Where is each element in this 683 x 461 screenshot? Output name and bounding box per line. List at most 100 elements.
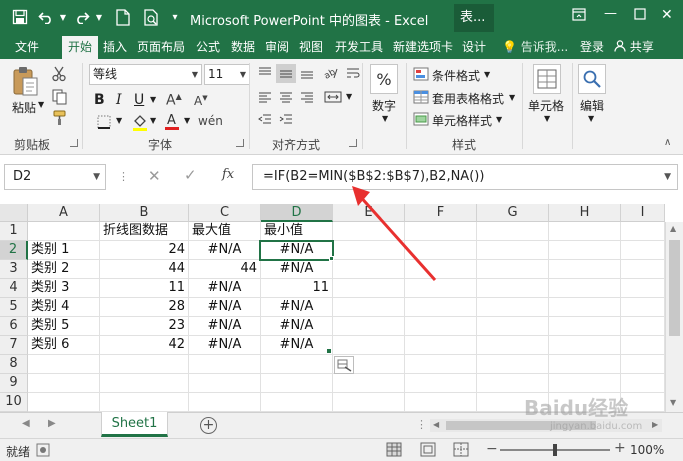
cell-b3[interactable]: 44 bbox=[100, 260, 189, 279]
cell-styles-icon[interactable] bbox=[412, 111, 430, 126]
cell-f5[interactable] bbox=[405, 298, 477, 317]
editing-button[interactable]: 编辑 bbox=[580, 97, 604, 114]
scroll-down-icon[interactable]: ▼ bbox=[670, 398, 676, 407]
font-color-dropdown-icon[interactable]: ▼ bbox=[184, 116, 190, 125]
merge-dropdown-icon[interactable]: ▼ bbox=[346, 92, 352, 101]
cancel-entry-icon[interactable]: ✕ bbox=[148, 167, 161, 185]
select-all-corner[interactable] bbox=[0, 204, 28, 222]
cell-d10[interactable] bbox=[261, 393, 333, 412]
cell-d2[interactable]: #N/A bbox=[261, 241, 333, 260]
editing-dropdown-icon[interactable]: ▼ bbox=[588, 114, 594, 123]
column-header-h[interactable]: H bbox=[549, 204, 621, 222]
phonetic-icon[interactable]: wén bbox=[198, 114, 223, 128]
copy-icon[interactable] bbox=[50, 88, 68, 106]
cell-d9[interactable] bbox=[261, 374, 333, 393]
row-header-3[interactable]: 3 bbox=[0, 260, 28, 279]
cell-h9[interactable] bbox=[549, 374, 621, 393]
decrease-indent-icon[interactable] bbox=[256, 111, 274, 127]
cell-h6[interactable] bbox=[549, 317, 621, 336]
name-box[interactable]: D2 ▼ bbox=[4, 164, 106, 190]
paste-icon[interactable] bbox=[10, 65, 42, 99]
cell-h2[interactable] bbox=[549, 241, 621, 260]
save-icon[interactable] bbox=[10, 6, 30, 28]
customize-toolbar-icon[interactable]: ▾ bbox=[168, 6, 182, 28]
align-top-icon[interactable] bbox=[256, 65, 274, 81]
cell-f8[interactable] bbox=[405, 355, 477, 374]
cell-h4[interactable] bbox=[549, 279, 621, 298]
page-layout-view-icon[interactable] bbox=[420, 442, 436, 460]
expand-formula-icon[interactable]: ▼ bbox=[664, 165, 671, 189]
cell-g5[interactable] bbox=[477, 298, 549, 317]
cells-button[interactable]: 单元格 bbox=[528, 97, 564, 114]
merge-center-icon[interactable] bbox=[322, 89, 344, 105]
cell-i6[interactable] bbox=[621, 317, 665, 336]
redo-icon[interactable] bbox=[72, 6, 92, 28]
page-break-view-icon[interactable] bbox=[453, 442, 469, 460]
cell-f4[interactable] bbox=[405, 279, 477, 298]
cell-a4[interactable]: 类别 3 bbox=[28, 279, 100, 298]
cell-h7[interactable] bbox=[549, 336, 621, 355]
cell-e7[interactable] bbox=[333, 336, 405, 355]
row-header-2[interactable]: 2 bbox=[0, 241, 28, 260]
cell-i4[interactable] bbox=[621, 279, 665, 298]
font-grow-icon[interactable]: A▲ bbox=[166, 92, 182, 109]
zoom-in-icon[interactable]: + bbox=[614, 440, 626, 456]
row-header-9[interactable]: 9 bbox=[0, 374, 28, 393]
cell-f7[interactable] bbox=[405, 336, 477, 355]
collapse-ribbon-icon[interactable]: ∧ bbox=[664, 137, 671, 148]
row-header-4[interactable]: 4 bbox=[0, 279, 28, 298]
conditional-format-icon[interactable] bbox=[412, 66, 430, 81]
cell-c3[interactable]: 44 bbox=[189, 260, 261, 279]
tab-data[interactable]: 数据 bbox=[227, 36, 259, 59]
cell-e1[interactable] bbox=[333, 222, 405, 241]
cell-b9[interactable] bbox=[100, 374, 189, 393]
fill-color-icon[interactable] bbox=[130, 112, 150, 132]
underline-icon[interactable]: U bbox=[134, 92, 144, 108]
cell-g7[interactable] bbox=[477, 336, 549, 355]
row-header-8[interactable]: 8 bbox=[0, 355, 28, 374]
cell-i2[interactable] bbox=[621, 241, 665, 260]
tab-review[interactable]: 审阅 bbox=[261, 36, 293, 59]
align-left-icon[interactable] bbox=[256, 89, 274, 105]
borders-dropdown-icon[interactable]: ▼ bbox=[116, 116, 122, 125]
horizontal-scroll-thumb[interactable] bbox=[446, 421, 596, 430]
cut-icon[interactable] bbox=[50, 65, 68, 83]
new-file-icon[interactable] bbox=[114, 6, 132, 28]
cell-styles-button[interactable]: 单元格样式 bbox=[432, 112, 492, 129]
quick-analysis-icon[interactable] bbox=[334, 356, 354, 374]
cell-c7[interactable]: #N/A bbox=[189, 336, 261, 355]
normal-view-icon[interactable] bbox=[386, 442, 402, 460]
column-header-c[interactable]: C bbox=[189, 204, 261, 222]
cell-d7[interactable]: #N/A bbox=[261, 336, 333, 355]
alignment-launcher-icon[interactable] bbox=[349, 139, 357, 147]
font-launcher-icon[interactable] bbox=[236, 139, 244, 147]
cell-d5[interactable]: #N/A bbox=[261, 298, 333, 317]
column-header-a[interactable]: A bbox=[28, 204, 100, 222]
cell-a7[interactable]: 类别 6 bbox=[28, 336, 100, 355]
share-button[interactable]: 共享 bbox=[614, 36, 654, 59]
row-header-1[interactable]: 1 bbox=[0, 222, 28, 241]
undo-dropdown-icon[interactable]: ▼ bbox=[58, 6, 68, 28]
print-preview-icon[interactable] bbox=[142, 6, 162, 28]
minimize-icon[interactable]: — bbox=[604, 6, 617, 21]
column-header-i[interactable]: I bbox=[621, 204, 665, 222]
sheet-tab-sheet1[interactable]: Sheet1 bbox=[101, 412, 168, 437]
cell-i9[interactable] bbox=[621, 374, 665, 393]
cell-a10[interactable] bbox=[28, 393, 100, 412]
confirm-entry-icon[interactable]: ✓ bbox=[184, 166, 197, 184]
cell-f1[interactable] bbox=[405, 222, 477, 241]
cell-c2[interactable]: #N/A bbox=[189, 241, 261, 260]
cell-e2[interactable] bbox=[333, 241, 405, 260]
cell-b8[interactable] bbox=[100, 355, 189, 374]
vertical-scroll-thumb[interactable] bbox=[669, 240, 680, 336]
cells-icon[interactable] bbox=[533, 64, 561, 94]
cell-i5[interactable] bbox=[621, 298, 665, 317]
cell-i3[interactable] bbox=[621, 260, 665, 279]
cell-i10[interactable] bbox=[621, 393, 665, 412]
add-sheet-icon[interactable]: + bbox=[200, 417, 217, 434]
cell-i8[interactable] bbox=[621, 355, 665, 374]
worksheet-grid[interactable]: A B C D E F G H I 1 折线图数据 最大值 最小值 2 类别 1 24 #N/… bbox=[0, 200, 683, 412]
underline-dropdown-icon[interactable]: ▼ bbox=[150, 95, 156, 104]
cell-g4[interactable] bbox=[477, 279, 549, 298]
clipboard-launcher-icon[interactable] bbox=[70, 139, 78, 147]
